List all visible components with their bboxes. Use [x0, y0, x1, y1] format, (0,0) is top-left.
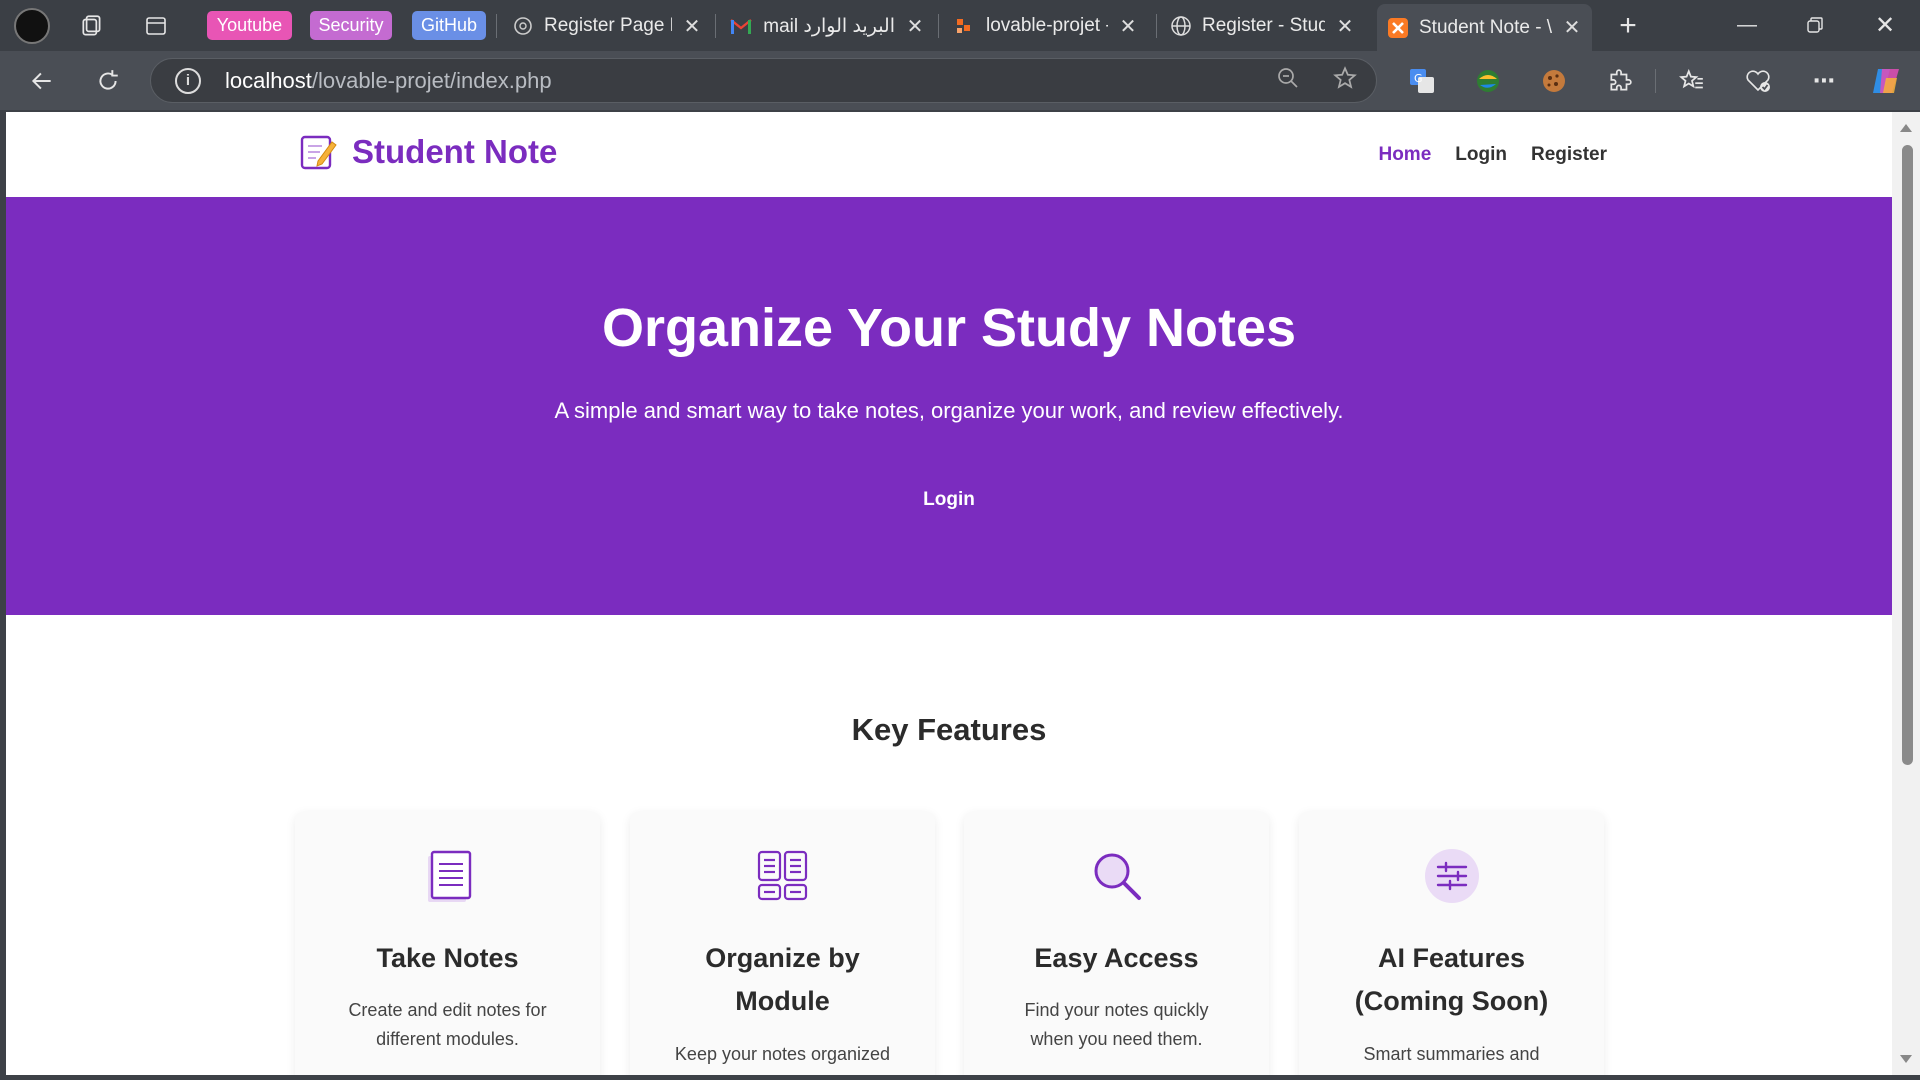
close-window-icon[interactable]: ✕: [1860, 6, 1910, 44]
minimize-icon[interactable]: —: [1722, 6, 1772, 44]
document-icon: [420, 848, 476, 904]
openai-icon: [512, 15, 534, 37]
favorite-star-icon[interactable]: [1332, 65, 1358, 96]
browser-tab-bar: Youtube Security GitHub Register Page De…: [0, 0, 1920, 51]
close-icon[interactable]: ✕: [905, 14, 925, 39]
brand-name: Student Note: [352, 133, 558, 170]
profile-avatar[interactable]: [14, 8, 50, 44]
memo-icon: [298, 132, 338, 172]
tab-label: lovable-projet -: [986, 15, 1108, 36]
workspaces-icon[interactable]: [76, 10, 108, 42]
main-nav: Home Login Register: [1378, 144, 1607, 166]
browser-toolbar: i localhost/lovable-projet/index.php G ⋯: [0, 51, 1920, 110]
copilot-icon[interactable]: [1870, 65, 1902, 97]
tab-gmail[interactable]: البريد الوارد Gmail ✕: [720, 6, 935, 46]
feature-card-easy-access: Easy Access Find your notes quickly when…: [964, 812, 1269, 1075]
browser-essentials-icon[interactable]: [1742, 65, 1774, 97]
feature-title: Take Notes: [376, 943, 519, 973]
globe-icon: [1170, 15, 1192, 37]
feature-title: Organize by Module: [705, 943, 860, 1016]
back-icon[interactable]: [24, 63, 60, 99]
tab-label: Register - Stude: [1202, 15, 1325, 36]
cookie-extension-icon[interactable]: [1538, 65, 1570, 97]
bookmark-youtube[interactable]: Youtube: [207, 11, 292, 40]
grid-icon: [755, 848, 811, 904]
more-menu-icon[interactable]: ⋯: [1808, 65, 1840, 97]
nav-login[interactable]: Login: [1455, 144, 1507, 166]
close-icon[interactable]: ✕: [682, 14, 702, 39]
svg-text:G: G: [1414, 72, 1423, 85]
bookmark-security[interactable]: Security: [310, 11, 392, 40]
tab-label: Register Page De: [544, 15, 672, 36]
tab-label: Student Note - \: [1419, 16, 1552, 38]
page-viewport: Student Note Home Login Register Organiz…: [6, 112, 1892, 1075]
hero-title: Organize Your Study Notes: [601, 298, 1297, 358]
phpmyadmin-icon: [954, 15, 976, 37]
nav-register[interactable]: Register: [1531, 144, 1607, 166]
tab-register-student[interactable]: Register - Stude ✕: [1160, 6, 1365, 46]
restore-icon[interactable]: [1790, 6, 1840, 44]
scroll-up-icon[interactable]: [1900, 124, 1912, 132]
search-icon: [1089, 848, 1145, 904]
feature-desc: Create and edit notes for different modu…: [348, 1000, 547, 1049]
hero-subtitle: A simple and smart way to take notes, or…: [554, 398, 1344, 423]
feature-title: Easy Access: [1034, 943, 1199, 973]
feature-card-ai: AI Features (Coming Soon) Smart summarie…: [1299, 812, 1604, 1075]
site-brand[interactable]: Student Note: [298, 132, 557, 172]
hero-section: Organize Your Study Notes A simple and s…: [6, 197, 1892, 615]
tab-phpmyadmin[interactable]: lovable-projet - ✕: [944, 6, 1148, 46]
feature-title: AI Features (Coming Soon): [1354, 943, 1549, 1016]
feature-card-organize: Organize by Module Keep your notes organ…: [630, 812, 935, 1075]
xampp-icon: [1387, 17, 1409, 39]
tab-register-page[interactable]: Register Page De ✕: [502, 6, 712, 46]
nav-home[interactable]: Home: [1378, 144, 1431, 166]
address-bar[interactable]: i localhost/lovable-projet/index.php: [150, 58, 1377, 103]
feature-card-take-notes: Take Notes Create and edit notes for dif…: [295, 812, 600, 1075]
feature-desc: Smart summaries and: [1363, 1044, 1540, 1064]
tab-student-note[interactable]: Student Note - \ ✕: [1377, 4, 1592, 51]
globe-extension-icon[interactable]: [1472, 65, 1504, 97]
scrollbar-thumb[interactable]: [1902, 145, 1913, 765]
tab-label: البريد الوارد Gmail: [762, 15, 895, 37]
hero-login-button[interactable]: Login: [6, 489, 1892, 511]
bookmark-github[interactable]: GitHub: [412, 11, 486, 40]
feature-desc: Keep your notes organized: [674, 1044, 891, 1064]
gmail-icon: [730, 15, 752, 37]
close-icon[interactable]: ✕: [1562, 15, 1582, 40]
features-title: Key Features: [851, 712, 1047, 747]
close-icon[interactable]: ✕: [1335, 14, 1355, 39]
url-text[interactable]: localhost/lovable-projet/index.php: [225, 68, 552, 94]
extensions-puzzle-icon[interactable]: [1604, 65, 1636, 97]
scroll-down-icon[interactable]: [1900, 1055, 1912, 1063]
tab-actions-icon[interactable]: [140, 10, 172, 42]
new-tab-icon[interactable]: +: [1612, 9, 1644, 42]
refresh-icon[interactable]: [90, 63, 126, 99]
page-scrollbar[interactable]: [1892, 112, 1920, 1075]
feature-desc: Find your notes quickly when you need th…: [1024, 1000, 1209, 1049]
translate-extension-icon[interactable]: G: [1406, 65, 1438, 97]
site-info-icon[interactable]: i: [175, 67, 201, 94]
site-header: Student Note Home Login Register: [6, 112, 1892, 197]
favorites-icon[interactable]: [1676, 65, 1708, 97]
sliders-icon: [1424, 848, 1480, 904]
close-icon[interactable]: ✕: [1118, 14, 1138, 39]
zoom-icon[interactable]: [1276, 66, 1300, 95]
